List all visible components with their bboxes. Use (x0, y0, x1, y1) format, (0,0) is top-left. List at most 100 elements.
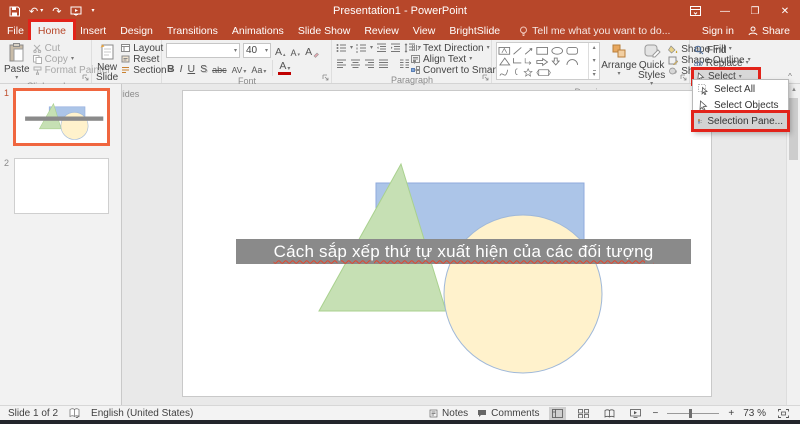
font-color-button[interactable]: A ▾ (278, 60, 292, 75)
zoom-slider-knob[interactable] (689, 408, 693, 418)
arrange-button[interactable]: Arrange ▾ (601, 42, 637, 87)
shapes-gallery-scrollbar[interactable]: ▴ ▾ ▾ (588, 43, 599, 79)
chevron-down-icon: ▾ (264, 47, 268, 54)
zoom-in-button[interactable]: + (728, 408, 734, 419)
scrollbar-thumb[interactable] (789, 98, 798, 160)
undo-icon: ↶ (29, 5, 39, 18)
start-from-beginning-button[interactable] (70, 6, 82, 17)
tab-slide-show[interactable]: Slide Show (291, 22, 358, 40)
spell-check-button[interactable] (69, 408, 80, 418)
chevron-down-icon: ▾ (486, 45, 490, 51)
new-slide-button[interactable]: New Slide ▾ (96, 42, 118, 89)
slide-indicator: Slide 1 of 2 (8, 407, 59, 419)
tab-animations[interactable]: Animations (225, 22, 291, 40)
fit-to-window-button[interactable] (775, 407, 792, 420)
slide-thumbnail-1[interactable] (13, 88, 110, 146)
decrease-indent-button[interactable] (376, 43, 387, 53)
zoom-slider[interactable] (667, 407, 720, 420)
format-painter-icon (33, 66, 42, 75)
comments-button[interactable]: Comments (477, 408, 540, 419)
taskbar-strip (0, 420, 800, 424)
cut-label: Cut (44, 42, 61, 54)
slide-thumbnail-1-preview (25, 102, 104, 140)
clipboard-dialog-launcher[interactable] (82, 74, 89, 81)
menu-item-selection-pane[interactable]: Selection Pane... (691, 110, 790, 132)
menu-item-select-objects[interactable]: Select Objects (694, 97, 787, 113)
font-name-combo[interactable]: ▾ (166, 43, 240, 58)
find-button[interactable]: Find (694, 44, 760, 56)
decrease-font-size-button[interactable]: A ▾ (290, 44, 302, 58)
tell-me-box[interactable]: Tell me what you want to do... (519, 22, 670, 40)
underline-button[interactable]: U (187, 61, 197, 75)
columns-button[interactable] (399, 59, 410, 68)
paste-button[interactable]: Paste ▾ (4, 42, 30, 81)
character-spacing-button[interactable]: AV ▾ (231, 61, 248, 75)
italic-button[interactable]: I (179, 61, 184, 75)
justify-button[interactable] (378, 59, 389, 68)
zoom-level[interactable]: 73 % (743, 408, 766, 419)
tab-transitions[interactable]: Transitions (160, 22, 225, 40)
change-case-button[interactable]: Aa ▾ (250, 61, 267, 75)
minimize-button[interactable]: — (710, 0, 740, 22)
bold-button[interactable]: B (166, 61, 176, 75)
lightbulb-icon (520, 26, 528, 36)
customize-qat-button[interactable]: ▾ (91, 8, 94, 14)
redo-button[interactable]: ↷ (52, 5, 61, 18)
menu-item-select-all[interactable]: Select All (694, 81, 787, 97)
ribbon-display-options-button[interactable] (680, 0, 710, 22)
increase-indent-button[interactable] (390, 43, 401, 53)
numbering-button[interactable] (356, 43, 367, 53)
eraser-icon (313, 52, 320, 58)
normal-view-button[interactable] (548, 406, 566, 420)
zoom-out-button[interactable]: − (653, 408, 659, 419)
outdent-icon (377, 43, 387, 52)
align-center-button[interactable] (350, 59, 361, 68)
tab-view[interactable]: View (406, 22, 443, 40)
editing-group: Find ab Replace ▾ Select ▾ (690, 40, 770, 86)
drawing-dialog-launcher[interactable] (680, 74, 687, 81)
quick-styles-button[interactable]: Quick Styles ▾ (638, 42, 665, 87)
quick-access-toolbar: ↶ ▾ ↷ ▾ (0, 5, 94, 18)
tab-file[interactable]: File (0, 22, 31, 40)
notes-button[interactable]: Notes (429, 408, 468, 419)
align-right-button[interactable] (364, 59, 375, 68)
clear-formatting-button[interactable]: A (304, 44, 320, 58)
reading-view-button[interactable] (601, 407, 618, 420)
language-indicator[interactable]: English (United States) (91, 408, 193, 419)
font-size-combo[interactable]: 40 ▾ (243, 43, 271, 58)
align-left-icon (337, 59, 346, 68)
share-button[interactable]: Share (748, 25, 790, 37)
slide-canvas[interactable]: Cách sắp xếp thứ tự xuất hiện của các đố… (182, 90, 712, 397)
tab-home[interactable]: Home (27, 19, 76, 43)
bullets-button[interactable] (336, 43, 347, 53)
italic-label: I (179, 63, 183, 75)
undo-button[interactable]: ↶ ▾ (29, 5, 43, 18)
slideshow-view-button[interactable] (627, 407, 644, 420)
slide-sorter-view-button[interactable] (575, 407, 592, 420)
ribbon-display-icon (689, 6, 701, 16)
slide-number: 1 (4, 88, 10, 98)
zoom-slider-track (667, 412, 720, 414)
shapes-gallery[interactable]: ▴ ▾ ▾ (496, 42, 600, 80)
slide-thumbnail-2[interactable] (14, 158, 109, 214)
text-shadow-button[interactable]: S (199, 61, 208, 75)
tab-brightslide[interactable]: BrightSlide (442, 22, 507, 40)
tab-review[interactable]: Review (357, 22, 405, 40)
restore-button[interactable]: ❐ (740, 0, 770, 22)
tab-insert[interactable]: Insert (73, 22, 113, 40)
caption-text-box[interactable]: Cách sắp xếp thứ tự xuất hiện của các đố… (236, 239, 691, 264)
replace-button[interactable]: ab Replace ▾ (694, 57, 760, 69)
paragraph-dialog-launcher[interactable] (482, 74, 489, 81)
strikethrough-button[interactable]: abc (211, 61, 228, 75)
status-bar: Slide 1 of 2 English (United States) Not… (0, 405, 800, 420)
increase-font-size-button[interactable]: A ▴ (274, 44, 287, 58)
vertical-scrollbar[interactable]: ▲ (786, 84, 800, 405)
person-icon (748, 26, 758, 36)
align-left-button[interactable] (336, 59, 347, 68)
save-button[interactable] (9, 6, 20, 17)
tab-design[interactable]: Design (113, 22, 160, 40)
numbering-icon (356, 44, 367, 53)
font-dialog-launcher[interactable] (322, 74, 329, 81)
close-button[interactable]: ✕ (770, 0, 800, 22)
sign-in-button[interactable]: Sign in (702, 25, 734, 37)
